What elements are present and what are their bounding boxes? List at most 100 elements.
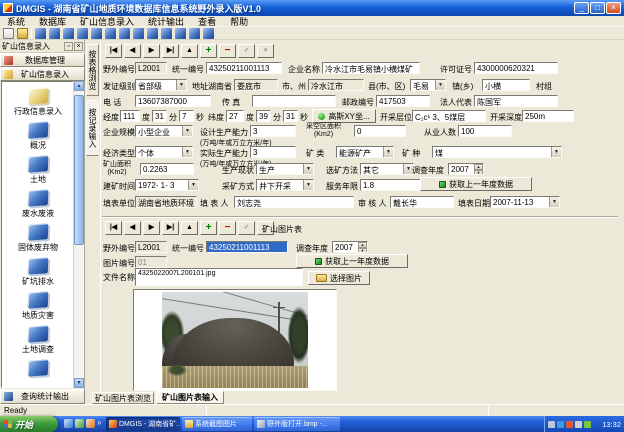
nav-add-button[interactable]: +: [200, 221, 217, 235]
toolbar-icon-13[interactable]: [203, 28, 214, 39]
phone-input[interactable]: 13607387000: [135, 95, 211, 107]
survey-year-spinner[interactable]: 2007▲▼: [448, 163, 484, 175]
field-no-input[interactable]: L2001: [135, 62, 167, 74]
spin-down-icon[interactable]: ▼: [358, 248, 367, 253]
toolbar-icon-9[interactable]: [147, 28, 158, 39]
pic-unified-no-input[interactable]: 43250211001113: [206, 241, 288, 253]
workers-input[interactable]: 100: [458, 125, 512, 137]
choose-picture-button[interactable]: 选择图片: [308, 271, 370, 285]
mining-layer-input[interactable]: C₁c¹ 3、5煤层: [412, 110, 486, 122]
goaf-area-input[interactable]: 0: [354, 125, 406, 137]
production-status-select[interactable]: 生产▼: [256, 163, 314, 175]
tray-icon[interactable]: [557, 421, 564, 428]
license-input[interactable]: 4300000620321: [474, 62, 558, 74]
toolbar-icon-7[interactable]: [119, 28, 130, 39]
town-input[interactable]: 小横: [482, 79, 530, 91]
fill-date-select[interactable]: 2007-11-13▼: [490, 196, 560, 208]
get-prev-year-button[interactable]: 获取上一年度数据: [420, 177, 532, 191]
tab-picture-table-entry[interactable]: 矿山图片表输入: [156, 391, 224, 404]
county-select[interactable]: 毛易▼: [410, 79, 446, 91]
toolbar-icon-4[interactable]: [77, 28, 88, 39]
build-time-select[interactable]: 1972- 1- 3▼: [135, 179, 199, 191]
auditor-input[interactable]: 戴长华: [390, 196, 454, 208]
sidebar-item-geo-hazard[interactable]: 地质灾害: [3, 292, 73, 320]
close-button[interactable]: ×: [606, 2, 621, 14]
quick-launch-icon[interactable]: [75, 419, 84, 428]
toolbar-icon-12[interactable]: [189, 28, 200, 39]
mine-area-input[interactable]: 0.2263: [140, 163, 194, 175]
nav-last-button[interactable]: ▶|: [162, 44, 179, 58]
tab-picture-table-browse[interactable]: 矿山图片表浏览: [92, 392, 154, 404]
open-folder-icon[interactable]: [17, 28, 28, 39]
dressing-method-select[interactable]: 其它▼: [360, 163, 414, 175]
quick-launch-icon[interactable]: [64, 419, 73, 428]
pic-get-prev-year-button[interactable]: 获取上一年度数据: [296, 254, 408, 268]
menu-view[interactable]: 查看: [191, 15, 223, 28]
city-input[interactable]: 娄底市: [234, 79, 278, 91]
design-capacity-input[interactable]: 3: [250, 125, 296, 137]
toolbar-icon-6[interactable]: [105, 28, 116, 39]
new-file-icon[interactable]: [3, 28, 14, 39]
chevron-down-icon[interactable]: ▼: [383, 147, 393, 157]
nav-cancel-button[interactable]: ×: [257, 44, 274, 58]
menu-database[interactable]: 数据库: [32, 15, 73, 28]
chevron-down-icon[interactable]: ▼: [303, 180, 313, 190]
chevron-down-icon[interactable]: ▼: [176, 80, 186, 90]
mine-class-select[interactable]: 能源矿产▼: [336, 146, 394, 158]
mining-depth-input[interactable]: 250m: [522, 110, 574, 122]
quick-launch-icon[interactable]: [86, 419, 95, 428]
chevron-down-icon[interactable]: ▼: [435, 80, 445, 90]
postcode-input[interactable]: 417503: [376, 95, 430, 107]
actual-capacity-input[interactable]: 3: [250, 146, 296, 158]
nav-first-button[interactable]: |◀: [105, 44, 122, 58]
mine-kind-select[interactable]: 煤▼: [432, 146, 562, 158]
chevron-down-icon[interactable]: ▼: [549, 197, 559, 207]
nav-last-button[interactable]: ▶|: [162, 221, 179, 235]
toolbar-icon-11[interactable]: [175, 28, 186, 39]
unified-no-input[interactable]: 43250211001113: [206, 62, 282, 74]
fax-input[interactable]: [252, 95, 336, 107]
start-button[interactable]: 开始: [0, 416, 58, 432]
nav-prev-button[interactable]: ◀: [124, 44, 141, 58]
tray-icon[interactable]: [584, 421, 591, 428]
pic-no-input[interactable]: 01: [135, 256, 167, 268]
sidebar-item-land-survey[interactable]: 土地调查: [3, 326, 73, 354]
taskbar-task-dmgis[interactable]: DMGIS - 湖南省矿...: [106, 417, 180, 431]
sidebar-close-icon[interactable]: ×: [74, 42, 83, 51]
maximize-button[interactable]: □: [590, 2, 605, 14]
toolbar-icon-5[interactable]: [91, 28, 102, 39]
tray-icon[interactable]: [548, 421, 555, 428]
toolbar-icon-10[interactable]: [161, 28, 172, 39]
filler-input[interactable]: 刘志尧: [234, 196, 354, 208]
menu-system[interactable]: 系统: [0, 15, 32, 28]
nav-post-button[interactable]: ✓: [238, 44, 255, 58]
nav-next-button[interactable]: ▶: [143, 44, 160, 58]
nav-up-button[interactable]: ▲: [181, 44, 198, 58]
nav-delete-button[interactable]: −: [219, 221, 236, 235]
chevron-down-icon[interactable]: ▼: [303, 164, 313, 174]
taskbar-task-screenshots-folder[interactable]: 系统截图图片: [182, 417, 252, 431]
pic-field-no-input[interactable]: L2001: [135, 241, 167, 253]
nav-add-button[interactable]: +: [200, 44, 217, 58]
chevron-down-icon[interactable]: ▼: [182, 126, 192, 136]
economy-type-select[interactable]: 个体▼: [135, 146, 193, 158]
prefecture-input[interactable]: 冷水江市: [308, 79, 364, 91]
legal-rep-input[interactable]: 陈国军: [474, 95, 558, 107]
tray-icon[interactable]: [566, 421, 573, 428]
nav-next-button[interactable]: ▶: [143, 221, 160, 235]
nav-prev-button[interactable]: ◀: [124, 221, 141, 235]
taskbar-task-bmp[interactable]: 野外版打开.bmp -...: [254, 417, 340, 431]
toolbar-icon-2[interactable]: [49, 28, 60, 39]
toolbar-icon-8[interactable]: [133, 28, 144, 39]
spin-down-icon[interactable]: ▼: [474, 170, 483, 175]
company-input[interactable]: 冷水江市毛易镇小横煤矿: [322, 62, 420, 74]
menu-statistics[interactable]: 统计输出: [141, 15, 191, 28]
sidebar-group-query-stats[interactable]: 查询统计输出: [0, 389, 85, 404]
chevron-down-icon[interactable]: ▼: [182, 147, 192, 157]
minimize-button[interactable]: _: [574, 2, 589, 14]
fill-unit-input[interactable]: 湖南省地质环境: [135, 196, 197, 208]
enterprise-scale-select[interactable]: 小型企业▼: [135, 125, 193, 137]
mining-method-select[interactable]: 井下开采▼: [256, 179, 314, 191]
pin-icon[interactable]: ▫: [64, 42, 73, 51]
menu-mine-entry[interactable]: 矿山信息录入: [73, 15, 141, 28]
